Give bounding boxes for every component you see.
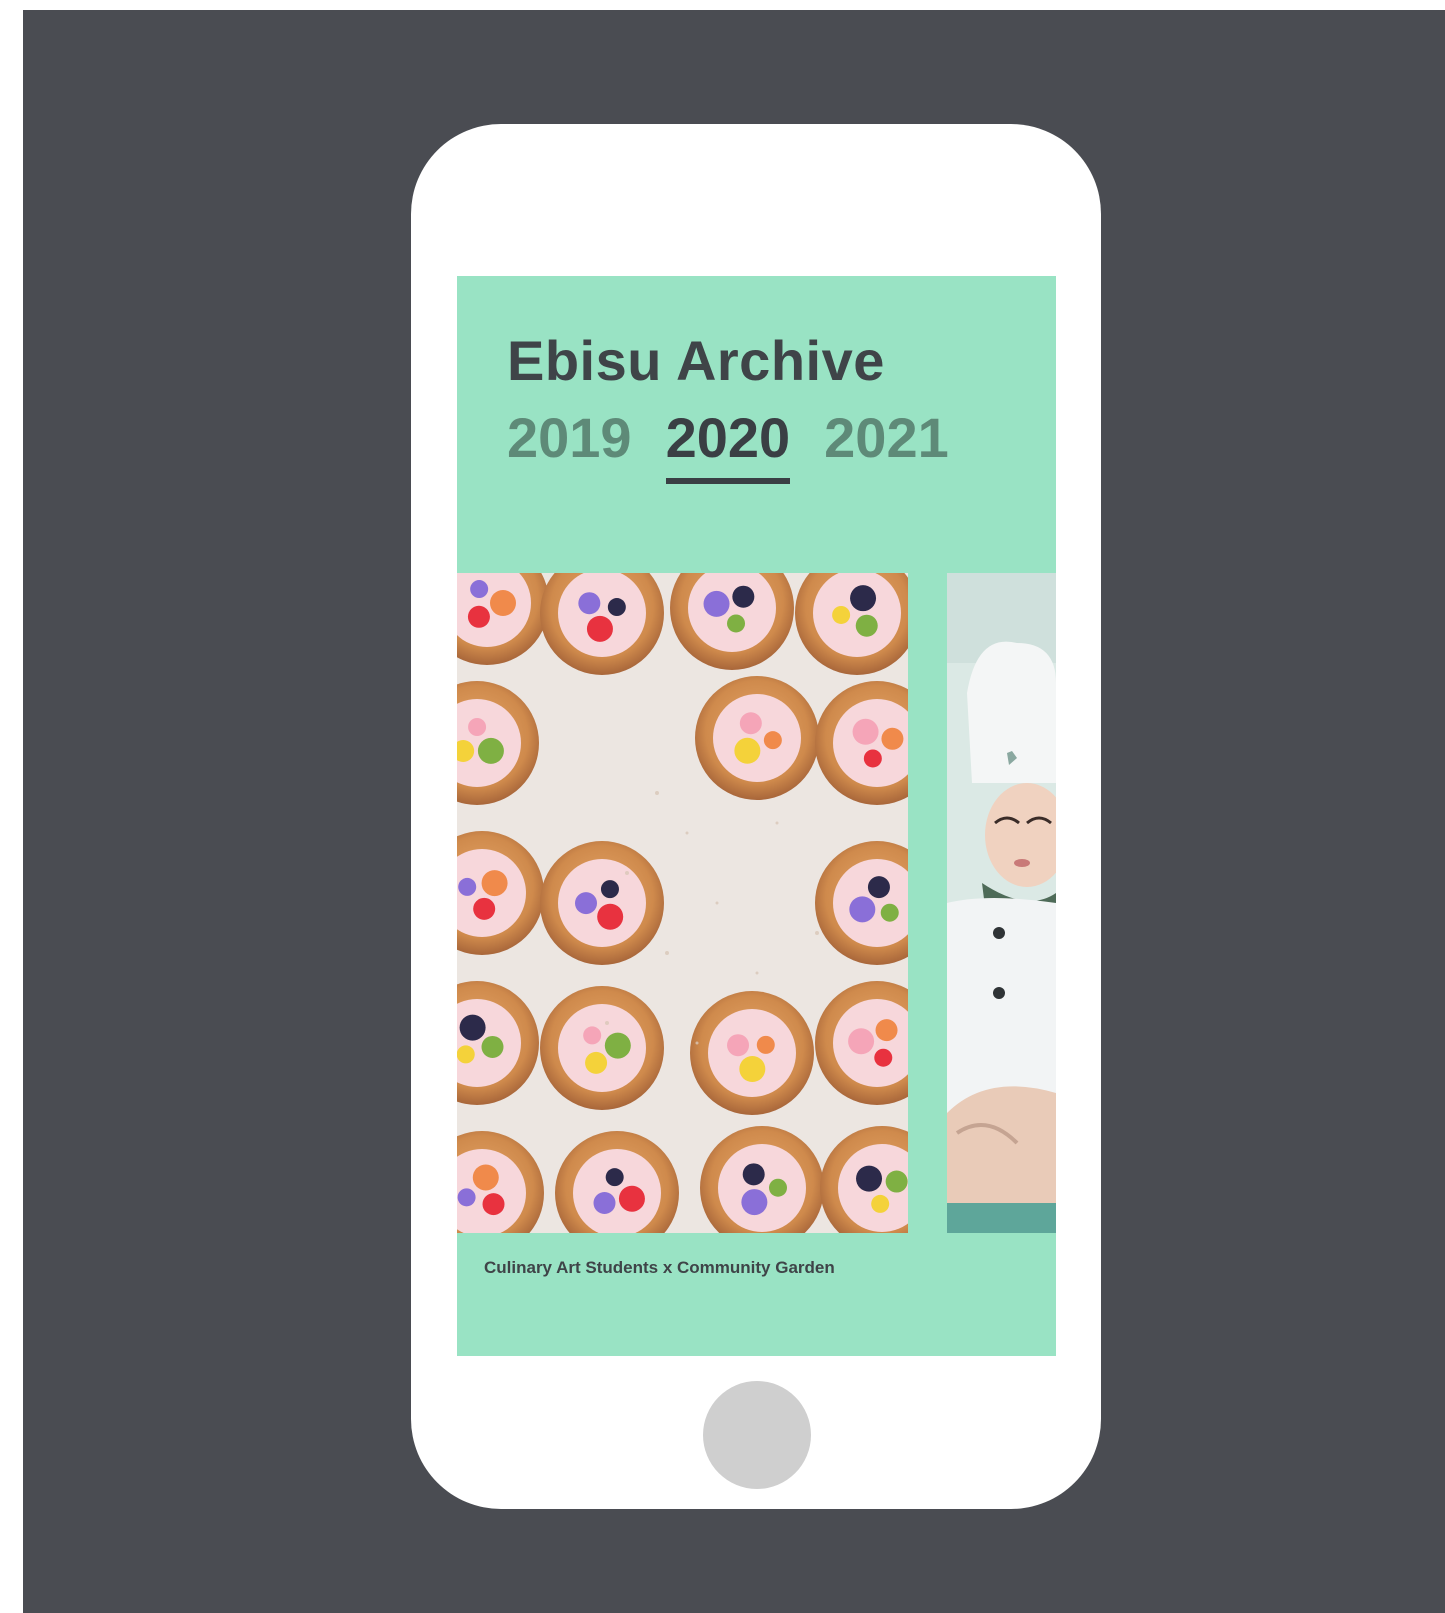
tarts-illustration [457, 573, 908, 1233]
gallery-caption: Culinary Art Students x Community Garden [484, 1258, 835, 1277]
chef-photo[interactable] [947, 573, 1056, 1233]
tab-2021[interactable]: 2021 [824, 406, 949, 484]
tarts-photo[interactable] [457, 573, 908, 1233]
phone-screen: Ebisu Archive 2019 2020 2021 Culinary Ar… [457, 276, 1056, 1356]
tab-2020[interactable]: 2020 [665, 406, 791, 485]
year-tabs: 2019 2020 2021 [507, 406, 949, 485]
tab-2019[interactable]: 2019 [507, 406, 632, 484]
home-button[interactable] [703, 1381, 811, 1489]
app-title: Ebisu Archive [507, 329, 885, 392]
chef-illustration [947, 573, 1056, 1233]
